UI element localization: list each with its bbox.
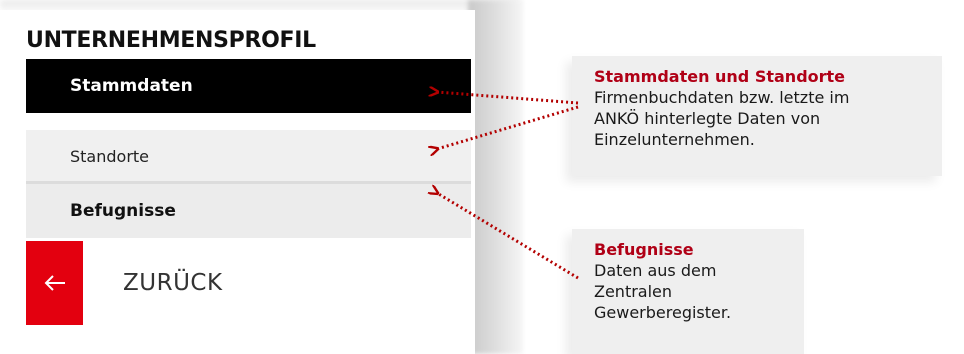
callout-line: Firmenbuchdaten bzw. letzte im (594, 88, 850, 107)
back-link[interactable]: ZURÜCK (26, 241, 471, 325)
arrow-left-icon (44, 275, 65, 291)
back-label: ZURÜCK (123, 270, 223, 296)
sidebar-shadow (468, 0, 523, 354)
sidebar-item-stammdaten[interactable]: Stammdaten (26, 59, 471, 113)
callout-stammdaten-standorte: Stammdaten und Standorte Firmenbuchdaten… (572, 56, 942, 176)
divider (26, 113, 471, 116)
callout-line: Daten aus dem (594, 261, 717, 280)
sidebar-item-label: Befugnisse (70, 201, 176, 221)
callout-line: ANKÖ hinterlegte Daten von (594, 109, 821, 128)
page-title: UNTERNEHMENSPROFIL (26, 28, 316, 53)
callout-heading: Befugnisse (594, 240, 694, 259)
sidebar-item-label: Standorte (70, 146, 150, 166)
callout-line: Zentralen (594, 282, 673, 301)
sidebar-item-standorte[interactable]: Standorte (26, 130, 471, 182)
callout-befugnisse: Befugnisse Daten aus dem Zentralen Gewer… (572, 229, 804, 354)
callout-heading: Stammdaten und Standorte (594, 67, 846, 86)
back-button[interactable] (26, 241, 83, 325)
sidebar-item-befugnisse[interactable]: Befugnisse (26, 184, 471, 238)
callout-line: Gewerberegister. (594, 303, 732, 322)
callout-line: Einzelunternehmen. (594, 130, 755, 149)
sidebar-item-label: Stammdaten (70, 76, 193, 96)
